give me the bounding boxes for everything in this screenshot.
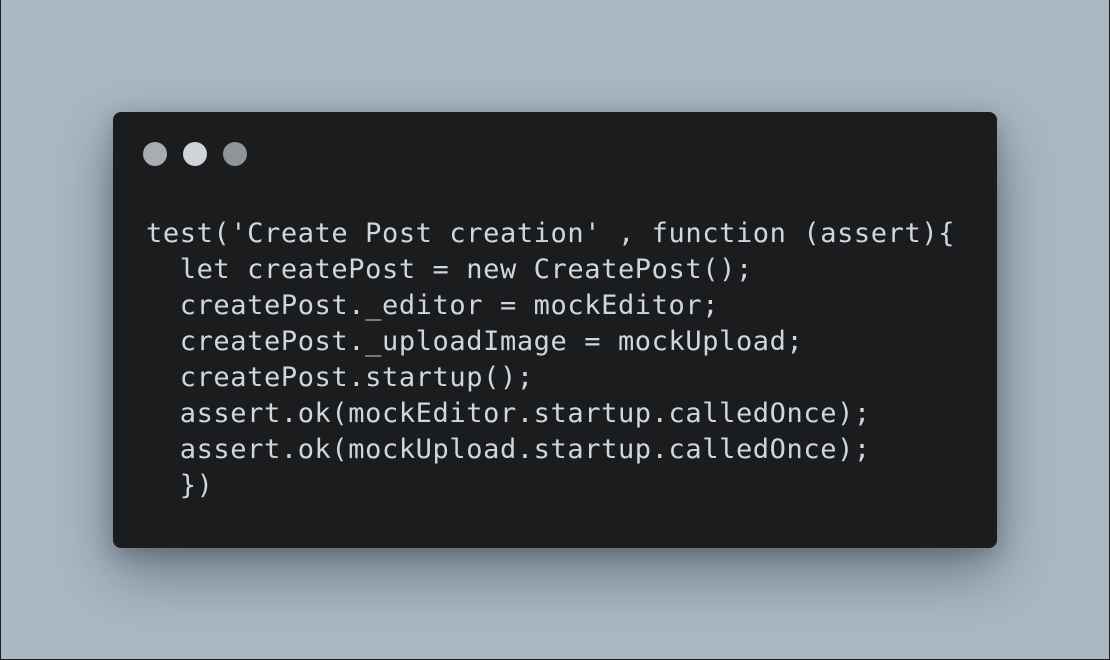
code-window: test('Create Post creation' , function (…	[113, 112, 997, 548]
code-line: let createPost = new CreatePost();	[146, 254, 753, 285]
code-block: test('Create Post creation' , function (…	[146, 216, 955, 504]
code-line: })	[146, 470, 214, 501]
code-line: createPost.startup();	[146, 362, 534, 393]
code-line: assert.ok(mockEditor.startup.calledOnce)…	[146, 398, 871, 429]
code-line: test('Create Post creation' , function (…	[146, 218, 956, 249]
left-edge-line	[0, 0, 1, 660]
maximize-dot-icon[interactable]	[223, 142, 247, 166]
code-line: assert.ok(mockUpload.startup.calledOnce)…	[146, 434, 871, 465]
minimize-dot-icon[interactable]	[183, 142, 207, 166]
code-line: createPost._editor = mockEditor;	[146, 290, 720, 321]
window-controls	[143, 142, 247, 166]
code-line: createPost._uploadImage = mockUpload;	[146, 326, 804, 357]
close-dot-icon[interactable]	[143, 142, 167, 166]
